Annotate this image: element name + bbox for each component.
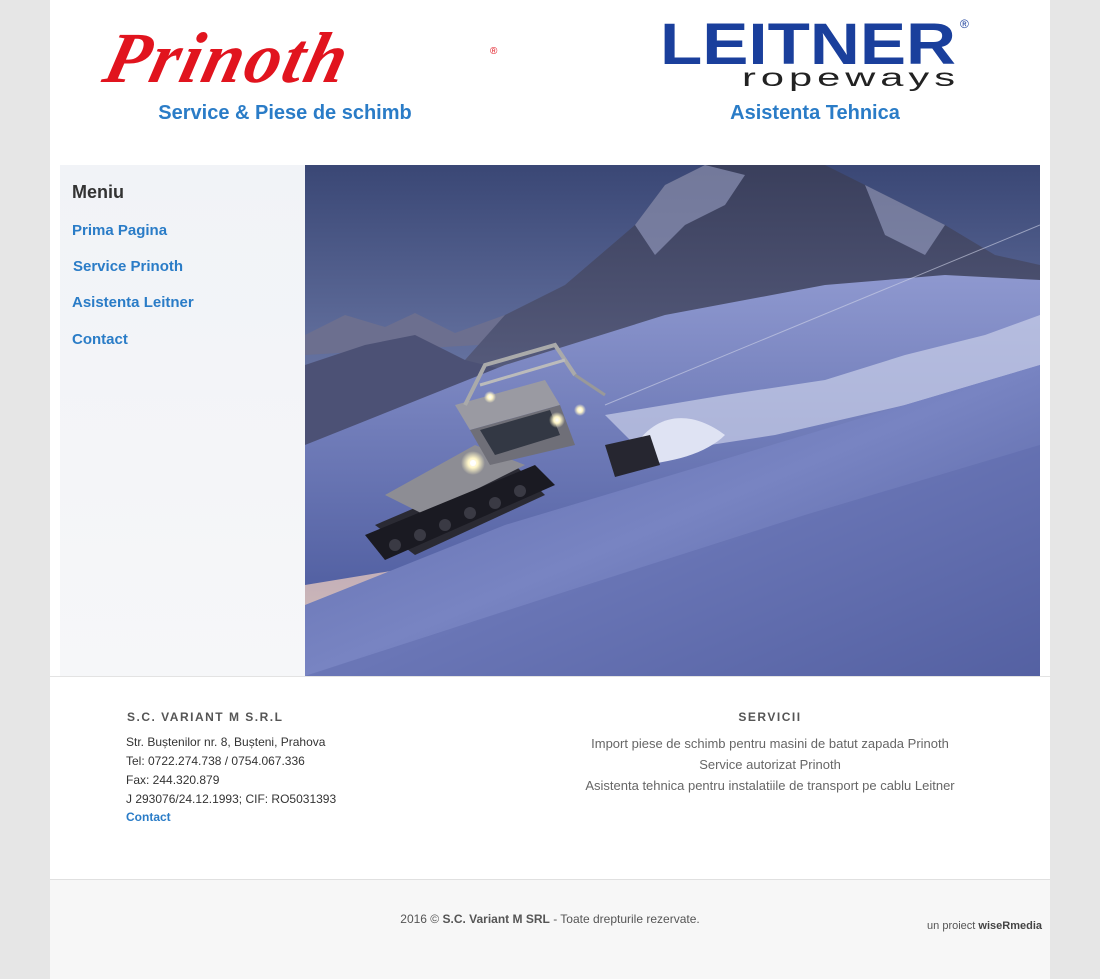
divider [50,676,1050,677]
copyright: 2016 © S.C. Variant M SRL - Toate dreptu… [50,912,1050,926]
company-title: S.C. VARIANT M S.R.L [127,710,284,724]
svg-text:®: ® [490,46,498,57]
menu-item-prima-pagina[interactable]: Prima Pagina [72,222,167,239]
credit: un proiect wiseRmedia [927,920,1042,932]
company-fax: Fax: 244.320.879 [126,773,220,787]
services-title: SERVICII [738,710,802,724]
main-content: Meniu Prima Pagina Service Prinoth Asist… [60,165,1040,676]
svg-text:®: ® [960,17,969,31]
service-item: Import piese de schimb pentru masini de … [591,736,949,751]
company-registration: J 293076/24.12.1993; CIF: RO5031393 [126,792,337,806]
service-item: Asistenta tehnica pentru instalatiile de… [585,778,955,793]
copyright-rights: - Toate drepturile rezervate. [553,912,700,926]
menu-item-asistenta-leitner[interactable]: Asistenta Leitner [72,294,194,311]
footer-contact-link[interactable]: Contact [126,810,171,824]
hero-image-snowcat-mountain [305,165,1040,676]
service-item: Service autorizat Prinoth [699,757,841,772]
menu-item-service-prinoth[interactable]: Service Prinoth [73,258,183,275]
company-address: Str. Buștenilor nr. 8, Bușteni, Prahova [126,735,326,749]
prinoth-service-title[interactable]: Service & Piese de schimb [60,102,510,125]
copyright-company: S.C. Variant M SRL [442,912,550,926]
menu-item-contact[interactable]: Contact [72,331,128,348]
prinoth-brand: Prinoth ® Service & Piese de schimb [60,0,510,140]
prinoth-logo-text: Prinoth [96,18,359,92]
leitner-brand: LEITNER ® ropeways Asistenta Tehnica [580,0,1050,140]
leitner-logo[interactable]: LEITNER ® ropeways [656,12,976,92]
bottom-bar: 2016 © S.C. Variant M SRL - Toate dreptu… [50,879,1050,979]
leitner-assistance-title[interactable]: Asistenta Tehnica [580,102,1050,125]
prinoth-logo[interactable]: Prinoth ® [78,12,510,98]
credit-link[interactable]: wiseRmedia [978,920,1042,932]
copyright-year: 2016 © [400,912,440,926]
sidebar-menu: Meniu Prima Pagina Service Prinoth Asist… [60,165,305,676]
page: Prinoth ® Service & Piese de schimb LEIT… [50,0,1050,979]
menu-title: Meniu [72,182,124,202]
credit-prefix: un proiect [927,920,976,932]
company-phone: Tel: 0722.274.738 / 0754.067.336 [126,754,305,768]
leitner-logo-subtext: ropeways [742,64,960,92]
